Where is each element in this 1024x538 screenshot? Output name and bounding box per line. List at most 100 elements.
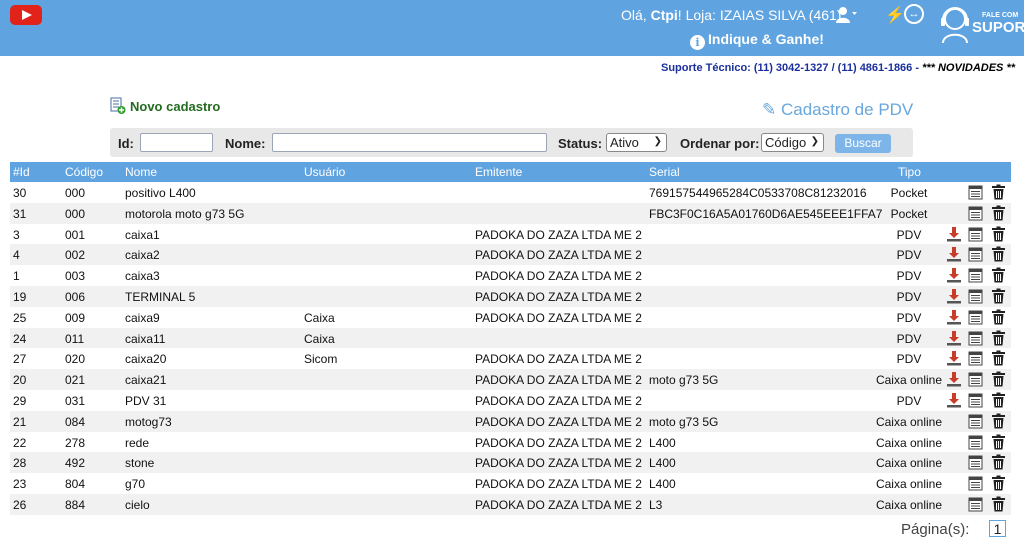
table-row[interactable]: 24 011 caixa11 Caixa PDV (10, 327, 1011, 349)
status-label: Status: (558, 136, 603, 151)
trash-icon[interactable] (991, 350, 1006, 366)
edit-record-icon[interactable] (968, 435, 983, 450)
user-menu-icon[interactable] (836, 6, 858, 24)
indique-ganhe-link[interactable]: i Indique & Ganhe! (690, 31, 824, 50)
download-icon[interactable] (946, 226, 962, 242)
edit-record-icon[interactable] (968, 289, 983, 304)
edit-record-icon[interactable] (968, 414, 983, 429)
col-tipo[interactable]: Tipo (898, 165, 921, 179)
edit-record-icon[interactable] (968, 372, 983, 387)
download-icon[interactable] (946, 309, 962, 325)
table-row[interactable]: 27 020 caixa20 Sicom PADOKA DO ZAZA LTDA ME … (10, 348, 1011, 369)
trash-icon[interactable] (991, 184, 1006, 200)
download-icon[interactable] (946, 350, 962, 366)
cell-codigo: 278 (65, 435, 86, 450)
edit-record-icon[interactable] (968, 351, 983, 366)
trash-icon[interactable] (991, 392, 1006, 408)
edit-record-icon[interactable] (968, 331, 983, 346)
edit-record-icon[interactable] (968, 185, 983, 200)
edit-record-icon[interactable] (968, 393, 983, 408)
cell-usuario: Caixa (304, 331, 335, 346)
table-row[interactable]: 29 031 PDV 31 PADOKA DO ZAZA LTDA ME 2 PDV (10, 390, 1011, 411)
table-row[interactable]: 25 009 caixa9 Caixa PADOKA DO ZAZA LTDA ME 2… (10, 307, 1011, 328)
col-usuario[interactable]: Usuário (304, 165, 345, 179)
col-codigo[interactable]: Código (65, 165, 103, 179)
trash-icon[interactable] (991, 267, 1006, 283)
support-big-label[interactable]: SUPORT (972, 19, 1024, 36)
download-icon[interactable] (946, 267, 962, 283)
novo-cadastro-link[interactable]: Novo cadastro (110, 97, 220, 115)
table-row[interactable]: 21 084 motog73 PADOKA DO ZAZA LTDA ME 2 moto… (10, 410, 1011, 432)
support-headset-icon[interactable] (938, 4, 972, 44)
edit-record-icon[interactable] (968, 268, 983, 283)
swap-arrows-icon[interactable]: ↔ (904, 4, 924, 24)
cell-emitente: PADOKA DO ZAZA LTDA ME 2 (475, 477, 642, 492)
trash-icon[interactable] (991, 496, 1006, 512)
greeting: Olá, Ctpi! Loja: IZAIAS SILVA (461) (621, 7, 841, 23)
status-select[interactable]: Ativo ❯ (606, 133, 667, 152)
table-row[interactable]: 20 021 caixa21 PADOKA DO ZAZA LTDA ME 2 moto… (10, 369, 1011, 390)
cell-nome: TERMINAL 5 (125, 289, 196, 304)
table-row[interactable]: 23 804 g70 PADOKA DO ZAZA LTDA ME 2 L400 Caix… (10, 473, 1011, 494)
cell-emitente: PADOKA DO ZAZA LTDA ME 2 (475, 456, 642, 471)
cell-id: 29 (13, 393, 27, 408)
edit-record-icon[interactable] (968, 476, 983, 491)
novo-cadastro-label: Novo cadastro (130, 99, 221, 114)
download-icon[interactable] (946, 330, 962, 346)
edit-record-icon[interactable] (968, 455, 983, 470)
ordenar-select[interactable]: Código ❯ (761, 133, 824, 152)
cell-nome: caixa1 (125, 227, 160, 242)
download-icon[interactable] (946, 246, 962, 262)
id-input[interactable] (140, 133, 213, 152)
trash-icon[interactable] (991, 475, 1006, 491)
page-number-button[interactable]: 1 (989, 520, 1006, 537)
edit-record-icon[interactable] (968, 310, 983, 325)
edit-record-icon[interactable] (968, 497, 983, 512)
cell-codigo: 884 (65, 497, 86, 512)
page-title-label: Cadastro de PDV (780, 100, 914, 119)
trash-icon[interactable] (991, 454, 1006, 470)
table-row[interactable]: 26 884 cielo PADOKA DO ZAZA LTDA ME 2 L3 Caix… (10, 493, 1011, 515)
support-small-label[interactable]: FALE COM (982, 12, 1018, 19)
trash-icon[interactable] (991, 371, 1006, 387)
download-icon[interactable] (946, 392, 962, 408)
cell-tipo: Caixa online (875, 373, 943, 388)
trash-icon[interactable] (991, 246, 1006, 262)
edit-record-icon[interactable] (968, 206, 983, 221)
trash-icon[interactable] (991, 309, 1006, 325)
cell-serial: L3 (649, 497, 663, 512)
table-row[interactable]: 1 003 caixa3 PADOKA DO ZAZA LTDA ME 2 PDV (10, 265, 1011, 286)
trash-icon[interactable] (991, 330, 1006, 346)
cell-id: 4 (13, 248, 20, 263)
table-row[interactable]: 31 000 motorola moto g73 5G FBC3F0C16A5A017… (10, 202, 1011, 224)
flash-icon[interactable]: ⚡ (885, 5, 905, 25)
trash-icon[interactable] (991, 413, 1006, 429)
buscar-button[interactable]: Buscar (835, 134, 891, 153)
col-serial[interactable]: Serial (649, 165, 680, 179)
col-nome[interactable]: Nome (125, 165, 157, 179)
table-row[interactable]: 4 002 caixa2 PADOKA DO ZAZA LTDA ME 2 PDV (10, 244, 1011, 266)
trash-icon[interactable] (991, 288, 1006, 304)
trash-icon[interactable] (991, 205, 1006, 221)
col-id[interactable]: #Id (13, 165, 30, 179)
trash-icon[interactable] (991, 226, 1006, 242)
col-emitente[interactable]: Emitente (475, 165, 522, 179)
cell-codigo: 031 (65, 393, 86, 408)
novidades-link[interactable]: *** NOVIDADES ** (922, 62, 1015, 74)
table-row[interactable]: 28 492 stone PADOKA DO ZAZA LTDA ME 2 L400 Ca… (10, 452, 1011, 474)
download-icon[interactable] (946, 288, 962, 304)
cell-id: 3 (13, 227, 20, 242)
download-icon[interactable] (946, 371, 962, 387)
table-row[interactable]: 30 000 positivo L400 769157544965284C053370… (10, 182, 1011, 203)
edit-record-icon[interactable] (968, 227, 983, 242)
table-row[interactable]: 22 278 rede PADOKA DO ZAZA LTDA ME 2 L400 Cai… (10, 432, 1011, 453)
table-row[interactable]: 19 006 TERMINAL 5 PADOKA DO ZAZA LTDA ME 2 P… (10, 285, 1011, 307)
trash-icon[interactable] (991, 434, 1006, 450)
edit-record-icon[interactable] (968, 247, 983, 262)
nome-input[interactable] (272, 133, 547, 152)
cell-id: 1 (13, 269, 20, 284)
cell-tipo: PDV (896, 393, 922, 408)
cell-tipo: Caixa online (875, 497, 943, 512)
youtube-logo-icon[interactable] (10, 5, 42, 25)
table-row[interactable]: 3 001 caixa1 PADOKA DO ZAZA LTDA ME 2 PDV (10, 224, 1011, 245)
